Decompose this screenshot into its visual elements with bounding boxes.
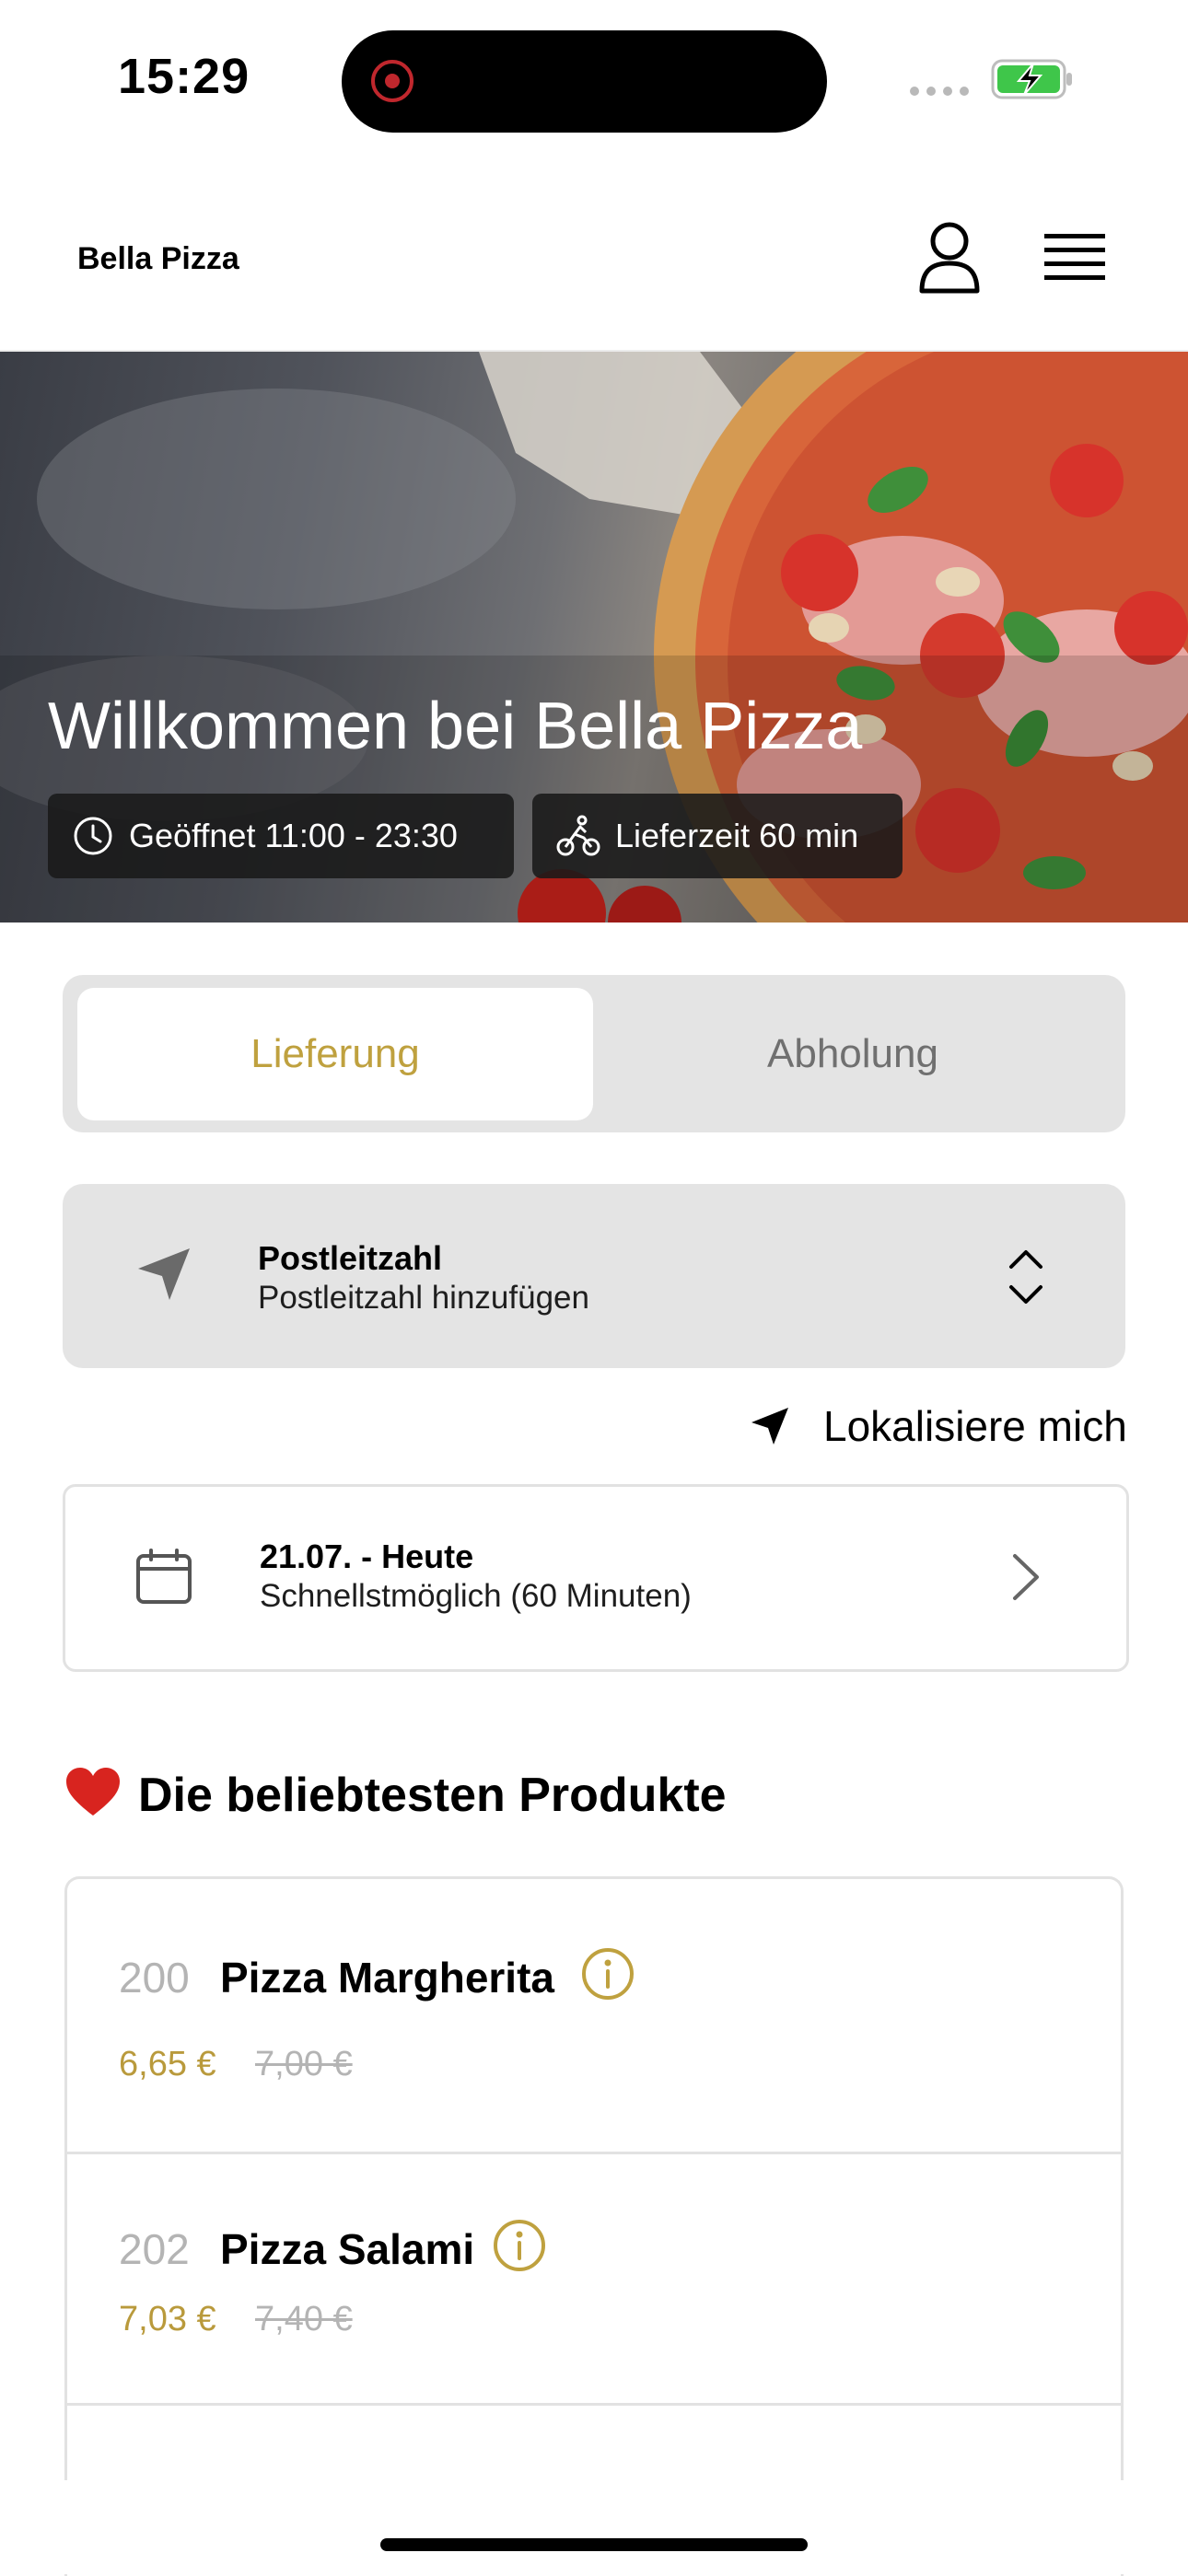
navigation-arrow-icon [751,1408,788,1445]
product-price: 6,65 € [119,2045,216,2083]
product-card[interactable]: 202 Pizza Salami 7,03 € 7,40 € [67,2154,1121,2403]
bicycle-courier-icon [556,815,600,856]
product-name: Pizza Salami [220,2225,475,2273]
home-indicator[interactable] [380,2538,808,2551]
product-old-price: 7,00 € [255,2045,353,2083]
info-icon[interactable] [581,1947,635,2001]
product-number: 200 [119,1954,190,2002]
postcode-selector[interactable] [63,1184,1125,1368]
tab-abholung[interactable]: Abholung [595,988,1111,1120]
locate-me-label: Lokalisiere mich [823,1402,1127,1450]
postcode-label: Postleitzahl [258,1239,443,1277]
hero-banner: Willkommen bei Bella Pizza Geöffnet 11:0… [0,352,1188,922]
product-card[interactable]: 200 Pizza Margherita 6,65 € 7,00 € [67,1879,1121,2152]
cellular-signal-icon [910,87,969,96]
clock-icon [74,817,112,855]
bottom-safe-area [0,2480,1188,2574]
heart-icon [66,1768,120,1816]
product-name: Pizza Margherita [220,1954,554,2002]
dynamic-island [342,30,827,133]
status-time: 15:29 [118,49,250,104]
opening-hours-text: Geöffnet 11:00 - 23:30 [129,817,458,854]
delivery-date-subtitle: Schnellstmöglich (60 Minuten) [260,1578,692,1614]
opening-hours-badge: Geöffnet 11:00 - 23:30 [48,794,514,878]
product-number: 202 [119,2225,190,2273]
tab-lieferung[interactable]: Lieferung [77,988,593,1120]
user-icon[interactable] [917,221,982,295]
locate-me-button[interactable]: Lokalisiere mich [750,1401,1127,1451]
delivery-time-text: Lieferzeit 60 min [615,817,859,854]
brand-name[interactable]: Bella Pizza [77,241,239,277]
product-old-price: 7,40 € [255,2300,353,2338]
postcode-placeholder[interactable]: Postleitzahl hinzufügen [258,1280,589,1317]
product-price: 7,03 € [119,2300,216,2338]
battery-charging-icon [991,59,1072,99]
popular-products-title: Die beliebtesten Produkte [138,1769,727,1822]
location-arrow-icon [138,1248,190,1300]
product-divider [67,2403,1121,2406]
delivery-date-title: 21.07. - Heute [260,1537,474,1575]
calendar-icon [136,1549,192,1604]
hero-title: Willkommen bei Bella Pizza [48,690,863,763]
info-icon[interactable] [493,2219,546,2272]
chevron-right-icon[interactable] [1009,1552,1042,1602]
delivery-time-badge: Lieferzeit 60 min [532,794,903,878]
chevron-up-down-icon[interactable] [1006,1247,1046,1307]
popular-products-list: 200 Pizza Margherita 6,65 € 7,00 € 202 P… [64,1876,1124,2576]
menu-icon[interactable] [1044,232,1105,285]
recording-dot [385,74,400,88]
